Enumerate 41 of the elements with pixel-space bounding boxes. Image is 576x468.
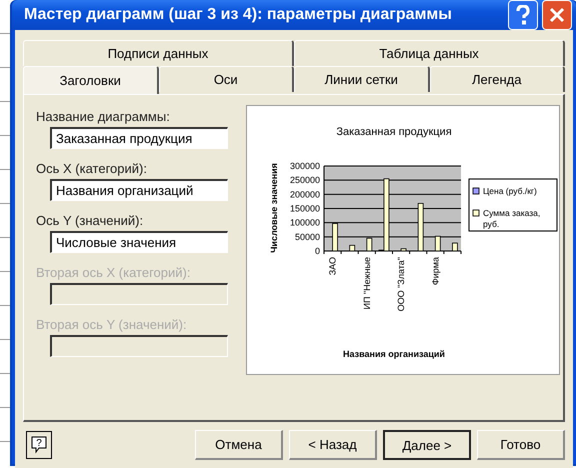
tab[interactable]: Легенда bbox=[430, 66, 565, 92]
tab[interactable]: Таблица данных bbox=[294, 40, 565, 66]
axis-tick-label: 300000 bbox=[290, 161, 320, 171]
axis-tick-label: 200000 bbox=[290, 189, 320, 200]
finish-button[interactable]: Готово bbox=[477, 430, 565, 460]
axis-tick-label: 150000 bbox=[290, 204, 320, 214]
category-label: Фирма bbox=[430, 257, 440, 286]
help-button[interactable]: ? bbox=[26, 431, 52, 459]
text-field[interactable]: Заказанная продукция bbox=[50, 127, 228, 149]
next-button[interactable]: Далее > bbox=[383, 430, 471, 460]
help-icon: ? bbox=[31, 436, 47, 454]
axis-tick-label: 100000 bbox=[290, 218, 320, 228]
close-icon bbox=[549, 7, 565, 23]
tab[interactable]: Заголовки bbox=[23, 66, 158, 94]
field-label: Название диаграммы: bbox=[36, 109, 171, 124]
category-label: ООО "Злата" bbox=[396, 257, 406, 312]
tab[interactable]: Линии сетки bbox=[294, 66, 430, 92]
tab[interactable]: Подписи данных bbox=[23, 40, 294, 66]
close-button[interactable] bbox=[542, 0, 572, 30]
chart-title: Заказанная продукция bbox=[336, 126, 452, 138]
back-button[interactable]: < Назад bbox=[289, 430, 377, 460]
axis-tick-label: 250000 bbox=[290, 175, 320, 186]
category-label: ЗАО bbox=[328, 257, 338, 276]
field-label: Вторая ось Y (значений): bbox=[36, 317, 188, 332]
field-label: Ось X (категорий): bbox=[36, 161, 148, 176]
tab[interactable]: Оси bbox=[158, 66, 294, 92]
y-axis-title: Числовые значения bbox=[269, 163, 279, 253]
x-axis-title: Названия организаций bbox=[343, 349, 445, 359]
cancel-button[interactable]: Отмена bbox=[195, 430, 283, 460]
field-label: Вторая ось X (категорий): bbox=[36, 265, 192, 280]
window-title: Мастер диаграмм (шаг 3 из 4): параметры диаграммы bbox=[24, 6, 453, 24]
help-button[interactable] bbox=[508, 0, 538, 30]
text-field[interactable]: Числовые значения bbox=[50, 231, 228, 253]
axis-tick-label: 50000 bbox=[294, 232, 320, 242]
category-label: ИП "Нежные bbox=[362, 257, 372, 310]
field-label: Ось Y (значений): bbox=[36, 213, 144, 228]
text-field[interactable]: Названия организаций bbox=[50, 179, 228, 201]
question-mark-icon bbox=[515, 5, 531, 25]
axis-tick-label: 0 bbox=[314, 246, 320, 256]
legend-label: Сумма заказа, руб. bbox=[483, 208, 540, 229]
legend-label: Цена (руб./кг) bbox=[483, 186, 537, 196]
